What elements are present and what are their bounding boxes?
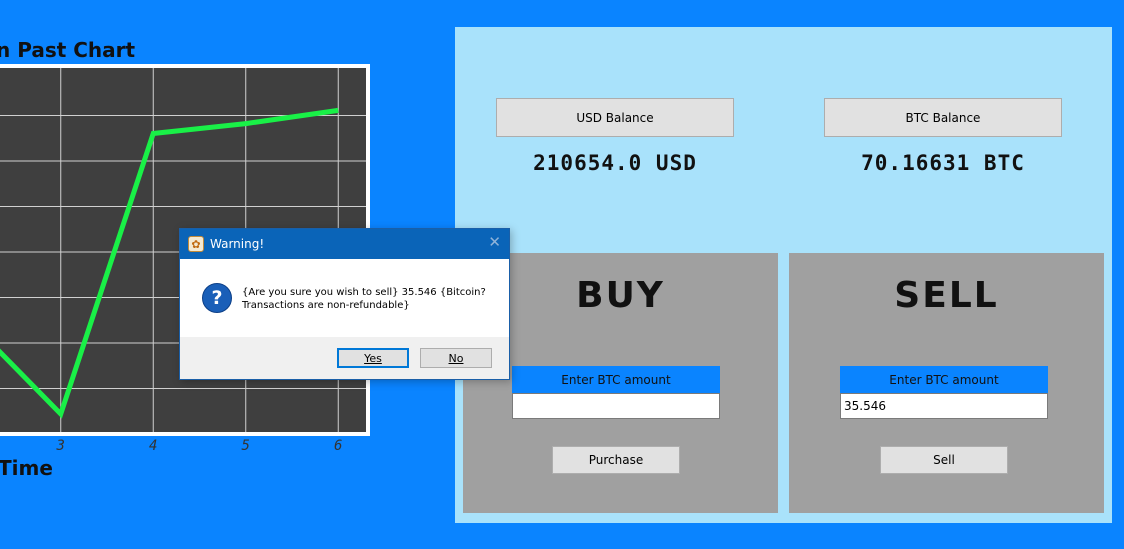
chart-title: n Past Chart [0, 38, 136, 62]
usd-balance-button[interactable]: USD Balance [496, 98, 734, 137]
x-axis-label: Time [0, 456, 53, 480]
yes-button[interactable]: Yes [337, 348, 409, 368]
warning-dialog: ✿ Warning! ✕ ? {Are you sure you wish to… [179, 228, 510, 380]
dialog-footer: Yes No [180, 337, 509, 379]
x-tick-label: 4 [149, 438, 158, 454]
buy-amount-input[interactable] [512, 393, 720, 419]
dialog-title: Warning! [210, 237, 265, 251]
sell-amount-input[interactable] [840, 393, 1048, 419]
app-icon: ✿ [188, 236, 204, 252]
dialog-body: ? {Are you sure you wish to sell} 35.546… [180, 259, 509, 337]
sell-amount-label: Enter BTC amount [840, 366, 1048, 393]
purchase-button[interactable]: Purchase [552, 446, 680, 474]
no-button-label: No [448, 351, 464, 365]
buy-amount-label: Enter BTC amount [512, 366, 720, 393]
close-icon[interactable]: ✕ [488, 235, 501, 250]
yes-button-label: Yes [364, 351, 382, 365]
buy-section: BUY Enter BTC amount Purchase [463, 253, 778, 513]
sell-heading: SELL [894, 275, 999, 316]
trading-panel: USD Balance 210654.0 USD BTC Balance 70.… [455, 27, 1112, 523]
x-tick-label: 6 [334, 438, 343, 454]
usd-balance-value: 210654.0 USD [533, 151, 697, 175]
btc-balance-button[interactable]: BTC Balance [824, 98, 1062, 137]
btc-balance-value: 70.16631 BTC [861, 151, 1025, 175]
x-tick-label: 5 [241, 438, 250, 454]
buy-heading: BUY [576, 275, 665, 316]
dialog-titlebar[interactable]: ✿ Warning! ✕ [180, 229, 509, 259]
sell-section: SELL Enter BTC amount Sell [789, 253, 1104, 513]
dialog-message: {Are you sure you wish to sell} 35.546 {… [242, 287, 486, 311]
question-icon: ? [202, 283, 232, 313]
no-button[interactable]: No [420, 348, 492, 368]
x-tick-label: 3 [56, 438, 65, 454]
sell-button[interactable]: Sell [880, 446, 1008, 474]
